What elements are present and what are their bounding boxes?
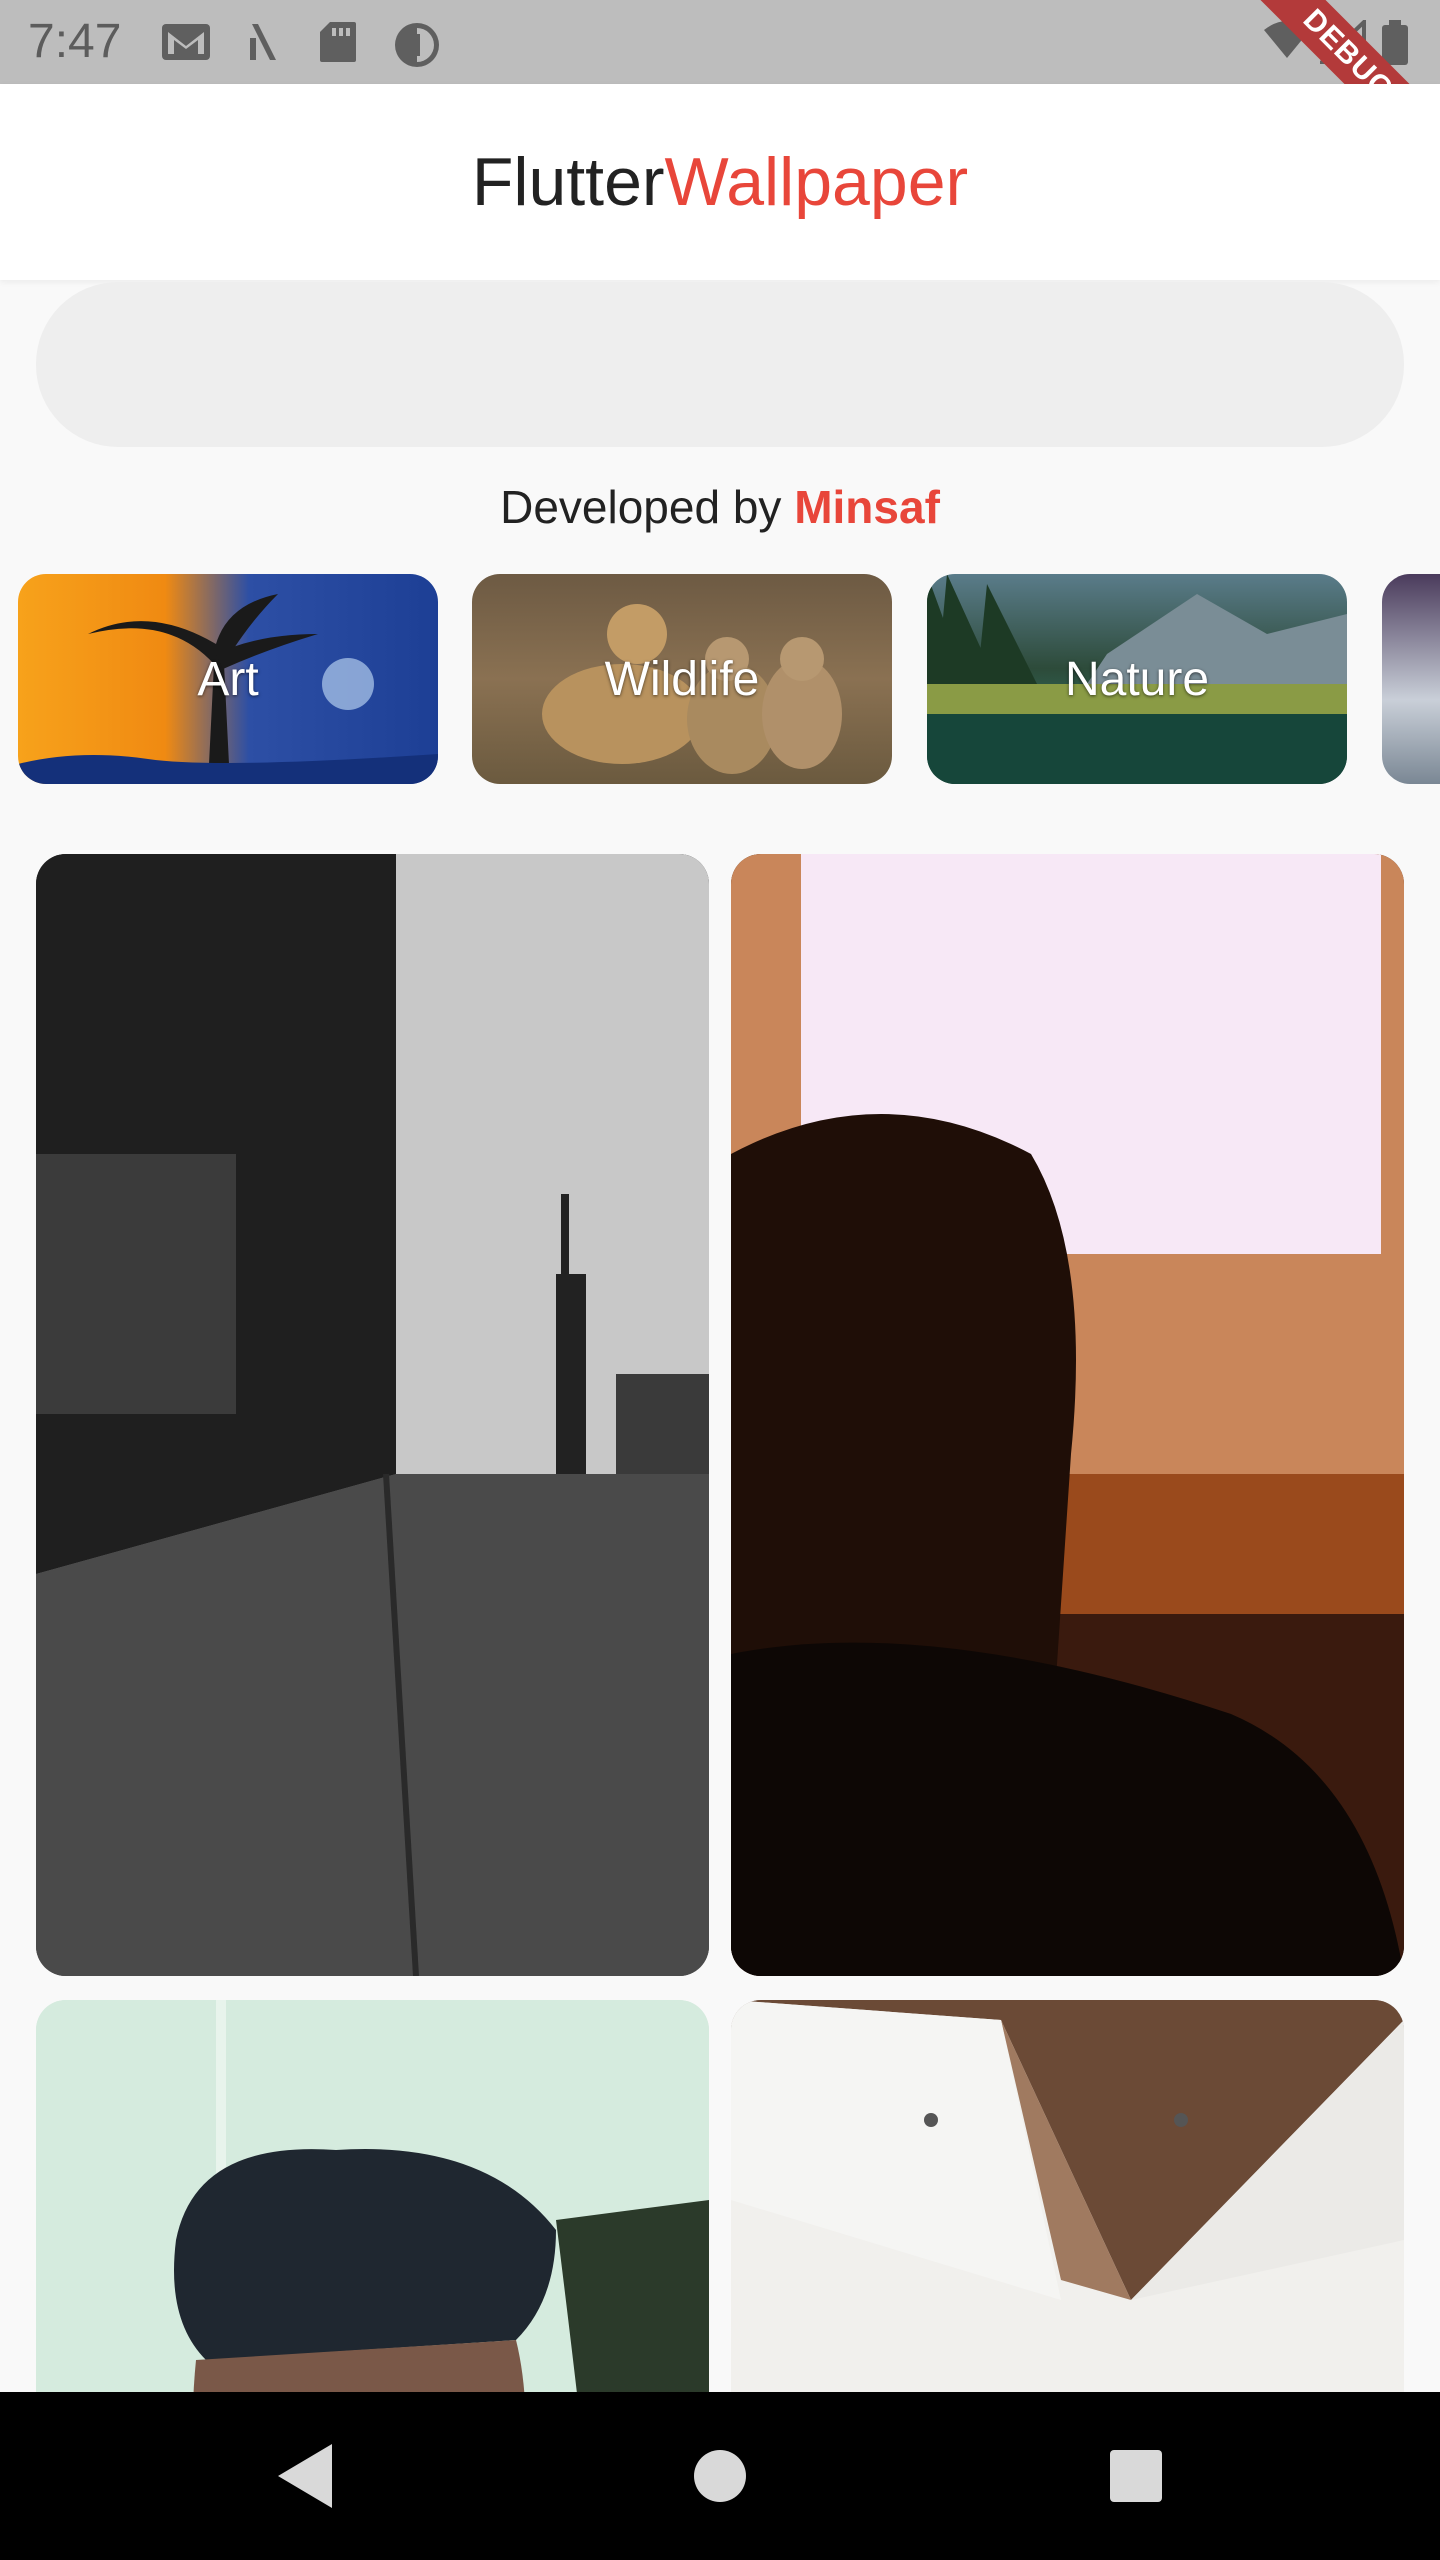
category-partial[interactable]: [1382, 574, 1440, 784]
category-label: Nature: [1064, 652, 1210, 706]
app-title-wallpaper: Wallpaper: [664, 144, 969, 220]
wallpaper-tile[interactable]: [731, 854, 1404, 1976]
category-label: [1382, 574, 1440, 784]
developer-prefix: Developed by: [500, 481, 795, 533]
category-label: Wildlife: [604, 652, 760, 706]
status-time: 7:47: [28, 15, 122, 68]
status-bar: 7:47: [0, 0, 1440, 84]
signal-slash-icon: [250, 24, 276, 60]
developer-credit: Developed by Minsaf: [0, 480, 1440, 534]
wallpaper-tile[interactable]: [36, 854, 709, 1976]
category-wildlife[interactable]: Wildlife: [472, 574, 892, 784]
app-bar: FlutterWallpaper: [0, 84, 1440, 280]
recents-icon[interactable]: [1106, 2436, 1166, 2516]
person-silhouette-photo: [731, 854, 1404, 1976]
developer-name: Minsaf: [794, 481, 940, 533]
sd-card-icon: [320, 22, 356, 62]
system-nav-bar: [0, 2392, 1440, 2560]
category-list: Art Wildlife Nature: [0, 574, 1440, 784]
category-nature[interactable]: Nature: [927, 574, 1347, 784]
data-saver-icon: [395, 23, 439, 67]
home-icon[interactable]: [690, 2436, 750, 2516]
category-art[interactable]: Art: [18, 574, 438, 784]
back-icon[interactable]: [270, 2436, 340, 2516]
search-input[interactable]: [36, 282, 1404, 447]
screen: 7:47 DEBUG FlutterWallpaper Developed by…: [0, 0, 1440, 2560]
street-photo: [36, 854, 709, 1976]
category-label: Art: [197, 652, 259, 706]
app-title: FlutterWallpaper: [472, 143, 968, 221]
gmail-icon: [162, 24, 210, 60]
app-title-flutter: Flutter: [471, 144, 665, 220]
